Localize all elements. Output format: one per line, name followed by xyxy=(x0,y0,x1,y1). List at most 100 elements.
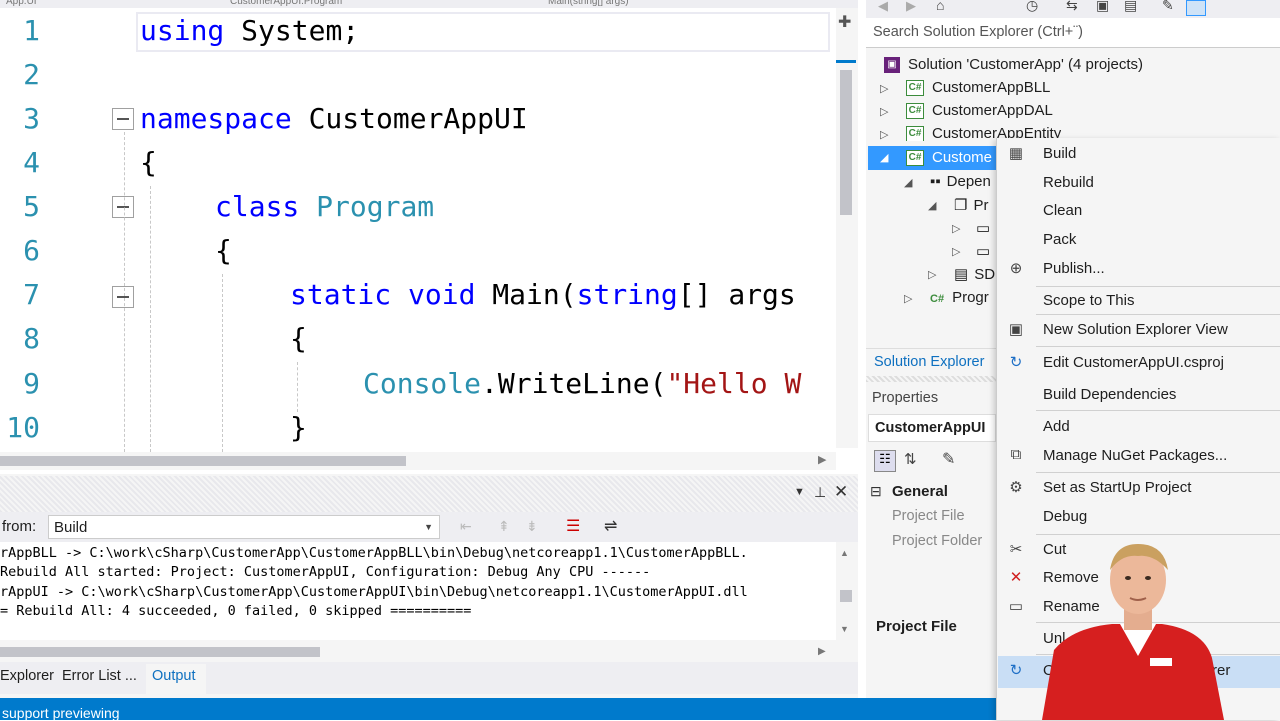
menu-item-build[interactable]: Build xyxy=(1043,145,1076,162)
menu-item-pack[interactable]: Pack xyxy=(1043,231,1076,248)
properties-wrench-icon[interactable]: ✎ xyxy=(1162,0,1174,14)
menu-item-edit-customerappui-csproj[interactable]: Edit CustomerAppUI.csproj xyxy=(1043,354,1224,371)
collapse-arrow-icon[interactable]: ◢ xyxy=(928,199,936,212)
code-line[interactable]: { xyxy=(290,322,307,355)
previous-message-icon[interactable]: ⇞ xyxy=(498,518,510,535)
tab-output[interactable]: Output xyxy=(152,668,196,684)
menu-item-new-solution-explorer-view[interactable]: New Solution Explorer View xyxy=(1043,321,1228,338)
keyword-token: void xyxy=(408,278,476,311)
collapse-namespace-icon[interactable] xyxy=(112,108,134,130)
history-icon[interactable]: ◷ xyxy=(1026,0,1038,14)
expand-arrow-icon[interactable]: ▷ xyxy=(904,292,912,305)
line-number: 7 xyxy=(23,278,40,311)
tree-item-dependencies[interactable]: ▪▪ Depen xyxy=(930,173,991,190)
categorized-icon[interactable]: ☷ xyxy=(874,450,896,472)
tree-item-project[interactable]: C# CustomerAppDAL xyxy=(906,102,1053,120)
split-icon[interactable]: ✚ xyxy=(838,12,854,32)
menu-item-publish[interactable]: Publish... xyxy=(1043,260,1105,277)
expand-arrow-icon[interactable]: ▷ xyxy=(880,128,888,141)
menu-item-rebuild[interactable]: Rebuild xyxy=(1043,174,1094,191)
code-line[interactable]: static void Main(string[] args xyxy=(290,278,796,311)
output-source-select[interactable]: Build ▼ xyxy=(48,515,440,539)
editor-vertical-scroll-thumb[interactable] xyxy=(840,70,852,215)
search-input[interactable]: Search Solution Explorer (Ctrl+¨) xyxy=(873,24,1083,40)
keyword-token: using xyxy=(140,14,225,47)
collapse-all-icon[interactable]: ▣ xyxy=(1096,0,1109,14)
nav-type-dropdown[interactable]: CustomerAppUI.Program xyxy=(230,0,530,8)
menu-item-add[interactable]: Add xyxy=(1043,418,1070,435)
expand-arrow-icon[interactable]: ▷ xyxy=(952,222,960,235)
close-icon[interactable]: ✕ xyxy=(834,482,848,502)
code-line[interactable]: using System; xyxy=(140,14,359,47)
menu-item-build-dependencies[interactable]: Build Dependencies xyxy=(1043,386,1176,403)
tree-item-project[interactable]: C# CustomerAppBLL xyxy=(906,79,1050,97)
output-scroll-thumb[interactable] xyxy=(840,590,852,602)
menu-item-clean[interactable]: Clean xyxy=(1043,202,1082,219)
property-pages-icon[interactable]: ✎ xyxy=(942,449,955,469)
code-editor[interactable] xyxy=(0,0,858,472)
scroll-right-icon[interactable]: ▶ xyxy=(818,453,826,466)
find-message-icon[interactable]: ⇤ xyxy=(460,518,472,535)
tree-item-program[interactable]: C# Progr xyxy=(930,289,989,306)
sync-icon[interactable]: ⇆ xyxy=(1066,0,1078,14)
collapse-arrow-icon[interactable]: ◢ xyxy=(880,151,888,164)
tree-item-sdk[interactable]: ▤ SD xyxy=(954,265,995,283)
properties-object-select[interactable]: CustomerAppUI xyxy=(868,414,996,442)
keyword-token: class xyxy=(215,190,300,223)
property-row-label[interactable]: Project File xyxy=(892,508,965,524)
collapse-class-icon[interactable] xyxy=(112,196,134,218)
code-line[interactable]: { xyxy=(140,146,157,179)
presenter-eye xyxy=(1145,576,1151,580)
solution-node[interactable]: ▣ Solution 'CustomerApp' (4 projects) xyxy=(884,56,1143,74)
tree-item-package[interactable]: ▭ xyxy=(976,219,990,237)
back-icon[interactable]: ◀ xyxy=(878,0,888,14)
tree-item-project-selected[interactable]: C# Custome xyxy=(906,149,992,167)
splitter[interactable] xyxy=(866,376,996,382)
clear-all-icon[interactable]: ☰ xyxy=(566,516,580,536)
menu-item-scope-to-this[interactable]: Scope to This xyxy=(1043,292,1134,309)
item-label: Pr xyxy=(973,197,989,214)
collapse-method-icon[interactable] xyxy=(112,286,134,308)
pin-icon[interactable]: ⊥ xyxy=(814,484,826,501)
nav-member-dropdown[interactable]: Main(string[] args) xyxy=(548,0,828,8)
item-label: SD xyxy=(974,266,996,283)
expand-arrow-icon[interactable]: ▷ xyxy=(952,245,960,258)
menu-item-set-as-startup-project[interactable]: Set as StartUp Project xyxy=(1043,479,1191,496)
scroll-down-icon[interactable]: ▼ xyxy=(840,624,849,634)
tree-item-package[interactable]: ▭ xyxy=(976,242,990,260)
alphabetical-icon[interactable]: ⇅ xyxy=(904,450,917,468)
forward-icon[interactable]: ▶ xyxy=(906,0,916,14)
code-line[interactable]: } xyxy=(290,411,307,444)
tree-item-packages[interactable]: ❐ Pr xyxy=(954,196,988,214)
expand-arrow-icon[interactable]: ▷ xyxy=(928,268,936,281)
editor-horizontal-scroll-thumb[interactable] xyxy=(0,456,406,466)
code-token: Main( xyxy=(475,278,577,311)
expand-arrow-icon[interactable]: ▷ xyxy=(880,82,888,95)
collapse-arrow-icon[interactable]: ◢ xyxy=(904,176,912,189)
collapse-category-icon[interactable]: ⊟ xyxy=(870,483,882,500)
scroll-right-icon[interactable]: ▶ xyxy=(818,646,826,657)
menu-item-debug[interactable]: Debug xyxy=(1043,508,1087,525)
property-row-label[interactable]: Project Folder xyxy=(892,533,982,549)
line-number: 10 xyxy=(6,411,40,444)
code-line[interactable]: namespace CustomerAppUI xyxy=(140,102,528,135)
code-line[interactable]: { xyxy=(215,234,232,267)
word-wrap-icon[interactable]: ⇌ xyxy=(604,516,617,536)
tab-error-list[interactable]: Error List ... xyxy=(62,668,137,684)
code-line[interactable]: class Program xyxy=(215,190,434,223)
solution-explorer-search[interactable]: Search Solution Explorer (Ctrl+¨) xyxy=(866,18,1280,48)
nav-project-dropdown[interactable]: App.UI xyxy=(6,0,206,8)
code-line[interactable]: Console.WriteLine("Hello W xyxy=(363,367,801,400)
show-all-files-icon[interactable]: ▤ xyxy=(1124,0,1137,14)
preview-toggle-icon[interactable] xyxy=(1186,0,1206,16)
tab-solution-explorer[interactable]: Solution Explorer xyxy=(874,354,984,370)
tab-team-explorer[interactable]: Explorer xyxy=(0,668,54,684)
scroll-up-icon[interactable]: ▲ xyxy=(840,548,849,558)
output-pane-header[interactable] xyxy=(0,476,858,512)
next-message-icon[interactable]: ⇟ xyxy=(526,518,538,535)
menu-item-manage-nuget-packages[interactable]: Manage NuGet Packages... xyxy=(1043,447,1227,464)
pane-dropdown-icon[interactable]: ▼ xyxy=(794,486,805,498)
home-icon[interactable]: ⌂ xyxy=(936,0,944,13)
expand-arrow-icon[interactable]: ▷ xyxy=(880,105,888,118)
output-horizontal-thumb[interactable] xyxy=(0,647,320,657)
